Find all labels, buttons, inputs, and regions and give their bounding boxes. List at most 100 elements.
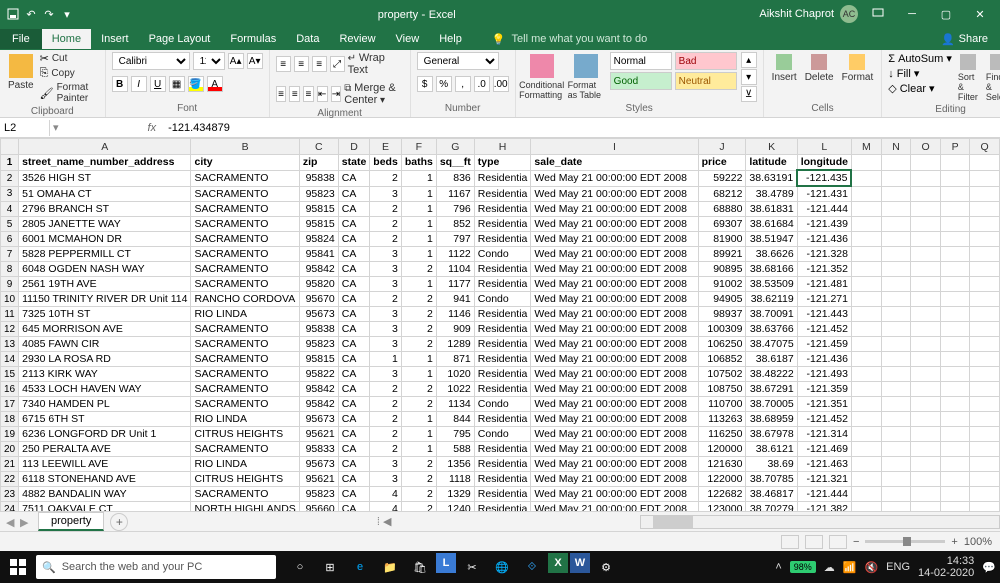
- italic-button[interactable]: I: [131, 76, 147, 92]
- row-header[interactable]: 7: [1, 247, 19, 262]
- cell[interactable]: 95838: [299, 322, 338, 337]
- cell[interactable]: 795: [436, 427, 474, 442]
- cell[interactable]: Wed May 21 00:00:00 EDT 2008: [531, 170, 698, 186]
- decrease-font-icon[interactable]: A▾: [247, 53, 263, 69]
- cell[interactable]: CA: [338, 487, 370, 502]
- cell[interactable]: 95838: [299, 170, 338, 186]
- cell[interactable]: 95820: [299, 277, 338, 292]
- row-header[interactable]: 17: [1, 397, 19, 412]
- cell[interactable]: SACRAMENTO: [191, 442, 299, 457]
- cell[interactable]: -121.436: [797, 352, 851, 367]
- cell[interactable]: Residentia: [474, 322, 531, 337]
- row-header[interactable]: 19: [1, 427, 19, 442]
- col-header[interactable]: L: [797, 139, 851, 155]
- cell[interactable]: CA: [338, 397, 370, 412]
- cell[interactable]: Wed May 21 00:00:00 EDT 2008: [531, 487, 698, 502]
- indent-inc-icon[interactable]: ⇥: [331, 86, 342, 102]
- cell[interactable]: SACRAMENTO: [191, 247, 299, 262]
- cell[interactable]: 38.63191: [746, 170, 797, 186]
- cell[interactable]: 250 PERALTA AVE: [19, 442, 191, 457]
- col-header[interactable]: F: [401, 139, 436, 155]
- cell[interactable]: -121.444: [797, 202, 851, 217]
- styles-up-icon[interactable]: ▴: [741, 52, 757, 68]
- cell[interactable]: 1122: [436, 247, 474, 262]
- cell[interactable]: Residentia: [474, 186, 531, 202]
- cell[interactable]: 107502: [698, 367, 746, 382]
- row-header[interactable]: 11: [1, 307, 19, 322]
- cell[interactable]: Residentia: [474, 337, 531, 352]
- tray-clock[interactable]: 14:3314-02-2020: [918, 555, 974, 579]
- cell[interactable]: CA: [338, 307, 370, 322]
- cell[interactable]: 95815: [299, 217, 338, 232]
- header-cell[interactable]: price: [698, 155, 746, 171]
- cell[interactable]: 4: [370, 502, 402, 512]
- cell[interactable]: 1: [370, 352, 402, 367]
- cell[interactable]: 95673: [299, 307, 338, 322]
- fill-color-button[interactable]: 🪣: [188, 76, 204, 92]
- cell[interactable]: 38.53509: [746, 277, 797, 292]
- cell[interactable]: 3: [370, 337, 402, 352]
- redo-icon[interactable]: ↷: [42, 7, 56, 21]
- merge-center-button[interactable]: ⧉ Merge & Center ▾: [344, 82, 403, 106]
- sort-filter-button[interactable]: Sort & Filter: [956, 52, 980, 104]
- cell[interactable]: 1146: [436, 307, 474, 322]
- cell[interactable]: 1022: [436, 382, 474, 397]
- cell[interactable]: 69307: [698, 217, 746, 232]
- cell[interactable]: CA: [338, 202, 370, 217]
- cell[interactable]: 38.68959: [746, 412, 797, 427]
- cell[interactable]: -121.481: [797, 277, 851, 292]
- zoom-in-button[interactable]: +: [951, 536, 957, 548]
- cell[interactable]: CA: [338, 412, 370, 427]
- cell[interactable]: 38.62119: [746, 292, 797, 307]
- cell[interactable]: 38.68166: [746, 262, 797, 277]
- cell[interactable]: Residentia: [474, 352, 531, 367]
- cell[interactable]: 38.6187: [746, 352, 797, 367]
- cell[interactable]: 38.67291: [746, 382, 797, 397]
- cell[interactable]: 59222: [698, 170, 746, 186]
- snip-icon[interactable]: ✂: [458, 553, 486, 581]
- view-normal-icon[interactable]: [781, 535, 799, 549]
- cell[interactable]: CA: [338, 382, 370, 397]
- cell[interactable]: 2: [370, 202, 402, 217]
- col-header[interactable]: N: [881, 139, 911, 155]
- align-right-icon[interactable]: ≡: [303, 86, 314, 102]
- border-button[interactable]: ▦: [169, 76, 185, 92]
- fill-button[interactable]: ↓ Fill ▾: [888, 67, 952, 80]
- cell[interactable]: Wed May 21 00:00:00 EDT 2008: [531, 472, 698, 487]
- cell[interactable]: 95621: [299, 472, 338, 487]
- cell[interactable]: 909: [436, 322, 474, 337]
- cell[interactable]: 123000: [698, 502, 746, 512]
- row-header[interactable]: 5: [1, 217, 19, 232]
- cell[interactable]: 7325 10TH ST: [19, 307, 191, 322]
- align-bot-icon[interactable]: ≡: [312, 56, 327, 72]
- cell[interactable]: 122682: [698, 487, 746, 502]
- cell[interactable]: 95833: [299, 442, 338, 457]
- vscode-icon[interactable]: ⟐: [518, 553, 546, 581]
- row-header[interactable]: 4: [1, 202, 19, 217]
- format-cells-button[interactable]: Format: [840, 52, 876, 85]
- cell[interactable]: Condo: [474, 427, 531, 442]
- cell[interactable]: -121.359: [797, 382, 851, 397]
- cell[interactable]: 1: [401, 186, 436, 202]
- cell[interactable]: SACRAMENTO: [191, 217, 299, 232]
- cell[interactable]: 588: [436, 442, 474, 457]
- cell[interactable]: SACRAMENTO: [191, 397, 299, 412]
- cell[interactable]: 1: [401, 232, 436, 247]
- conditional-formatting-button[interactable]: Conditional Formatting: [522, 52, 562, 102]
- cell[interactable]: 844: [436, 412, 474, 427]
- cell[interactable]: Residentia: [474, 487, 531, 502]
- cell[interactable]: 2113 KIRK WAY: [19, 367, 191, 382]
- col-header[interactable]: A: [19, 139, 191, 155]
- cell[interactable]: 1134: [436, 397, 474, 412]
- cell[interactable]: Wed May 21 00:00:00 EDT 2008: [531, 457, 698, 472]
- cell[interactable]: Residentia: [474, 262, 531, 277]
- cell[interactable]: 38.47075: [746, 337, 797, 352]
- cell[interactable]: 94905: [698, 292, 746, 307]
- cell[interactable]: CA: [338, 472, 370, 487]
- cell[interactable]: 95673: [299, 457, 338, 472]
- cell[interactable]: 95660: [299, 502, 338, 512]
- cell[interactable]: Wed May 21 00:00:00 EDT 2008: [531, 442, 698, 457]
- cell[interactable]: 2: [401, 337, 436, 352]
- cell[interactable]: 3: [370, 277, 402, 292]
- paste-button[interactable]: Paste: [6, 52, 36, 93]
